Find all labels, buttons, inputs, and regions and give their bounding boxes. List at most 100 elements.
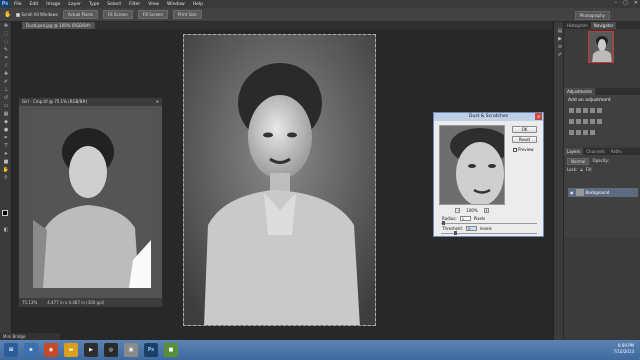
radius-slider[interactable] xyxy=(441,223,537,224)
lock-icon[interactable]: 🔒︎ xyxy=(580,167,582,172)
fill-screen-button[interactable]: Fill Screen xyxy=(137,10,169,19)
radius-slider-thumb[interactable] xyxy=(442,221,445,225)
dust-and-scratches-dialog[interactable]: Dust & Scratches ✕ OK Reset Preview − 1 0… xyxy=(433,112,544,237)
mini-bridge-tab[interactable]: Mini Bridge xyxy=(0,333,60,340)
photo-filter-icon[interactable] xyxy=(590,119,595,124)
zoom-level[interactable]: 75.13% xyxy=(22,300,37,305)
levels-icon[interactable] xyxy=(576,108,581,113)
tab-channels[interactable]: Channels xyxy=(583,148,608,155)
eye-icon[interactable]: ◉ xyxy=(570,190,574,195)
marquee-tool-icon[interactable]: ⬚ xyxy=(2,31,10,38)
hand-tool-icon[interactable]: ✋ xyxy=(2,167,10,174)
start-button-icon[interactable]: ⊞ xyxy=(4,343,18,357)
threshold-icon[interactable] xyxy=(583,130,588,135)
shape-tool-icon[interactable]: ■ xyxy=(2,159,10,166)
zoom-tool-icon[interactable]: ⚲ xyxy=(2,175,10,182)
crop-tool-icon[interactable]: ⌗ xyxy=(2,55,10,62)
zoom-out-icon[interactable]: − xyxy=(455,207,461,213)
photoshop-taskbar-icon[interactable]: Ps xyxy=(144,343,158,357)
zoom-in-icon[interactable]: + xyxy=(483,207,489,213)
threshold-input[interactable]: 0 xyxy=(466,226,478,231)
dialog-title[interactable]: Dust & Scratches xyxy=(434,113,543,121)
healing-brush-tool-icon[interactable]: ✚ xyxy=(2,71,10,78)
filter-preview[interactable] xyxy=(439,125,505,205)
system-clock[interactable]: 6:09 PM 7/10/2013 xyxy=(613,343,634,355)
color-balance-icon[interactable] xyxy=(576,119,581,124)
blend-mode-select[interactable]: Normal xyxy=(567,158,590,165)
type-tool-icon[interactable]: T xyxy=(2,143,10,150)
scroll-all-windows-checkbox[interactable]: Scroll All Windows xyxy=(16,12,58,17)
clone-stamp-tool-icon[interactable]: ⊥ xyxy=(2,87,10,94)
brush-panel-icon[interactable]: ✐ xyxy=(556,52,564,59)
tab-histogram[interactable]: Histogram xyxy=(564,22,591,29)
workspace-select[interactable]: Photography xyxy=(574,11,610,20)
layer-row-background[interactable]: ◉ Background xyxy=(568,188,638,197)
properties-panel-icon[interactable]: ≡ xyxy=(556,44,564,51)
menu-file[interactable]: File xyxy=(10,2,26,7)
steam-icon[interactable]: ◎ xyxy=(104,343,118,357)
gradient-map-icon[interactable] xyxy=(590,130,595,135)
tab-navigator[interactable]: Navigator xyxy=(590,22,617,29)
invert-icon[interactable] xyxy=(569,130,574,135)
minimize-icon[interactable]: – xyxy=(615,0,618,6)
menu-image[interactable]: Image xyxy=(42,2,64,7)
dodge-tool-icon[interactable]: ● xyxy=(2,127,10,134)
menu-help[interactable]: Help xyxy=(189,2,207,7)
reset-button[interactable]: Reset xyxy=(512,136,537,143)
internet-explorer-icon[interactable]: e xyxy=(24,343,38,357)
menu-filter[interactable]: Filter xyxy=(125,2,144,7)
file-explorer-icon[interactable]: ▬ xyxy=(64,343,78,357)
floating-window-photo[interactable] xyxy=(33,110,151,288)
curves-icon[interactable] xyxy=(583,108,588,113)
vibrance-icon[interactable] xyxy=(597,108,602,113)
blur-tool-icon[interactable]: ◆ xyxy=(2,119,10,126)
tab-paths[interactable]: Paths xyxy=(608,148,625,155)
firefox-icon[interactable]: ◉ xyxy=(44,343,58,357)
threshold-slider-thumb[interactable] xyxy=(454,231,457,235)
pen-tool-icon[interactable]: ✒ xyxy=(2,135,10,142)
actions-panel-icon[interactable]: ▶ xyxy=(556,36,564,43)
menu-window[interactable]: Window xyxy=(163,2,189,7)
channel-mixer-icon[interactable] xyxy=(597,119,602,124)
black-white-icon[interactable] xyxy=(583,119,588,124)
menu-view[interactable]: View xyxy=(144,2,163,7)
brush-tool-icon[interactable]: ✐ xyxy=(2,79,10,86)
foreground-color-swatch[interactable] xyxy=(2,210,8,216)
print-size-button[interactable]: Print Size xyxy=(173,10,202,19)
preview-checkbox[interactable]: Preview xyxy=(513,147,534,152)
posterize-icon[interactable] xyxy=(576,130,581,135)
tab-layers[interactable]: Layers xyxy=(564,148,584,155)
maximize-icon[interactable]: ▢ xyxy=(623,0,628,6)
actual-pixels-button[interactable]: Actual Pixels xyxy=(62,10,98,19)
lasso-tool-icon[interactable]: ◌ xyxy=(2,39,10,46)
exposure-icon[interactable] xyxy=(590,108,595,113)
menu-edit[interactable]: Edit xyxy=(26,2,43,7)
brightness-contrast-icon[interactable] xyxy=(569,108,574,113)
media-player-icon[interactable]: ▶ xyxy=(84,343,98,357)
floating-document-window[interactable]: Girl - Crop.tif @ 75.1% (RGB/8#) ✕ 75.13… xyxy=(18,97,163,307)
app-icon[interactable]: ■ xyxy=(164,343,178,357)
hue-saturation-icon[interactable] xyxy=(569,119,574,124)
tab-adjustments[interactable]: Adjustments xyxy=(564,88,596,95)
floating-window-titlebar[interactable]: Girl - Crop.tif @ 75.1% (RGB/8#) ✕ xyxy=(19,98,162,106)
eyedropper-tool-icon[interactable]: ⁄ xyxy=(2,63,10,70)
gradient-tool-icon[interactable]: ▦ xyxy=(2,111,10,118)
ok-button[interactable]: OK xyxy=(512,126,537,133)
radius-input[interactable]: 1 xyxy=(459,216,471,221)
app-icon[interactable]: ▣ xyxy=(124,343,138,357)
document-tab[interactable]: DustLpad.jpg @ 100% (RGB/8#) xyxy=(22,22,95,29)
history-panel-icon[interactable]: ▤ xyxy=(556,28,564,35)
quick-mask-icon[interactable]: ◧ xyxy=(2,227,10,234)
move-tool-icon[interactable]: ✥ xyxy=(2,23,10,30)
navigator-thumbnail[interactable] xyxy=(588,31,614,63)
main-photo[interactable] xyxy=(183,34,376,326)
history-brush-tool-icon[interactable]: ↺ xyxy=(2,95,10,102)
menu-type[interactable]: Type xyxy=(85,2,103,7)
close-icon[interactable]: ✕ xyxy=(535,113,542,120)
path-select-tool-icon[interactable]: ➤ xyxy=(2,151,10,158)
fit-screen-button[interactable]: Fit Screen xyxy=(102,10,133,19)
menu-select[interactable]: Select xyxy=(103,2,125,7)
eraser-tool-icon[interactable]: ▭ xyxy=(2,103,10,110)
quick-select-tool-icon[interactable]: ✎ xyxy=(2,47,10,54)
menu-layer[interactable]: Layer xyxy=(64,2,85,7)
